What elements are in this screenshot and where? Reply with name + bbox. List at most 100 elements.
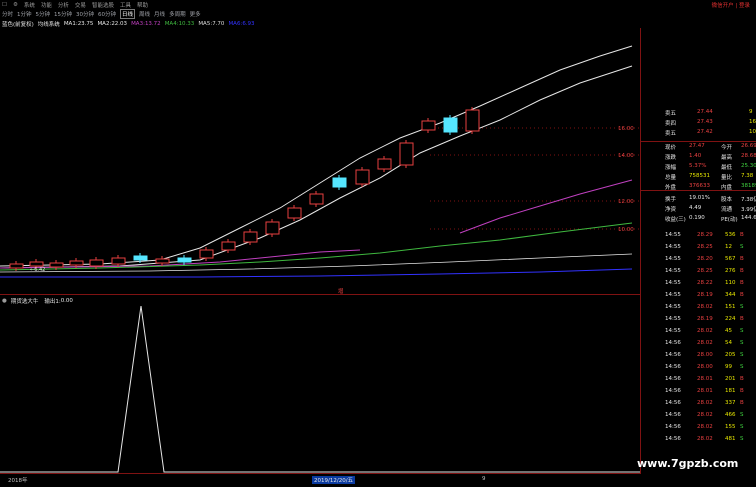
menu-item[interactable]: 帮助 bbox=[137, 1, 148, 9]
quote-row: 涨幅 5.37% 最低 25.30 bbox=[641, 163, 756, 172]
quote-label: 最低 bbox=[721, 165, 733, 171]
date-axis-cursor-date: 2019/12/20/五 bbox=[312, 476, 356, 484]
candle-body bbox=[443, 117, 458, 133]
ma-line-white-upper bbox=[0, 45, 633, 267]
tab-period[interactable]: 多周期 bbox=[169, 10, 186, 18]
tick-direction: B bbox=[740, 400, 744, 406]
tick-row[interactable]: 14:55 28.22 110 B bbox=[641, 280, 756, 291]
tick-row[interactable]: 14:55 28.02 45 S bbox=[641, 328, 756, 339]
candlestick-chart[interactable]: 16.0014.0012.0010.00←6.42增 bbox=[0, 28, 640, 296]
quote-label: 收益(三) bbox=[665, 217, 686, 223]
candle-body bbox=[399, 142, 414, 166]
tab-period[interactable]: 15分钟 bbox=[54, 10, 72, 18]
tick-row[interactable]: 14:56 28.02 155 S bbox=[641, 424, 756, 435]
menu-item[interactable]: 交易 bbox=[75, 1, 86, 9]
tick-row[interactable]: 14:55 28.20 567 B bbox=[641, 256, 756, 267]
menu-item[interactable]: 分析 bbox=[58, 1, 69, 9]
ma-number: 23.75 bbox=[77, 20, 94, 27]
indicator-name[interactable]: 期货选大牛 bbox=[11, 297, 39, 305]
candle-body bbox=[199, 249, 214, 259]
tick-price: 28.20 bbox=[697, 256, 713, 262]
quote-row: 总量 758531 量比 7.38 bbox=[641, 173, 756, 182]
candle-body bbox=[133, 255, 148, 261]
menu-item[interactable]: ⚙ bbox=[13, 2, 18, 8]
ma-label: MA5: bbox=[198, 20, 213, 27]
tick-volume: 567 bbox=[725, 256, 736, 262]
tick-row[interactable]: 14:55 28.19 344 B bbox=[641, 292, 756, 303]
indicator-output-label: 输出1: bbox=[44, 299, 61, 305]
tick-time: 14:56 bbox=[665, 388, 681, 394]
tick-time: 14:56 bbox=[665, 412, 681, 418]
menu-item[interactable]: 工具 bbox=[120, 1, 131, 9]
indicator-chart[interactable] bbox=[0, 306, 640, 474]
tick-price: 28.02 bbox=[697, 424, 713, 430]
tick-row[interactable]: 14:56 28.02 466 S bbox=[641, 412, 756, 423]
tick-row[interactable]: 14:55 28.19 224 B bbox=[641, 316, 756, 327]
ma-number: 7.70 bbox=[212, 20, 225, 27]
tick-price: 28.01 bbox=[697, 376, 713, 382]
tab-period[interactable]: 60分钟 bbox=[98, 10, 116, 18]
candle-body bbox=[177, 257, 192, 263]
tick-price: 28.02 bbox=[697, 304, 713, 310]
ma-value: MA5:7.70 bbox=[198, 21, 224, 27]
indicator-icon: ● bbox=[2, 298, 7, 304]
quote-value: 144.6 bbox=[741, 215, 756, 221]
tick-row[interactable]: 14:56 28.00 205 S bbox=[641, 352, 756, 363]
tick-time: 14:55 bbox=[665, 292, 681, 298]
menu-item[interactable]: 系统 bbox=[24, 1, 35, 9]
ma-line-magenta-right bbox=[459, 179, 633, 234]
ma-value: MA3:13.72 bbox=[131, 21, 161, 27]
tick-row[interactable]: 14:56 28.02 481 S bbox=[641, 436, 756, 447]
menu-item[interactable]: 智能选股 bbox=[92, 1, 114, 9]
tab-period[interactable]: 周线 bbox=[139, 10, 150, 18]
tick-volume: 344 bbox=[725, 292, 736, 298]
tick-row[interactable]: 14:56 28.01 201 B bbox=[641, 376, 756, 387]
tab-period[interactable]: 分时 bbox=[2, 10, 13, 18]
tab-period[interactable]: 更多 bbox=[190, 10, 201, 18]
tick-row[interactable]: 14:55 28.29 536 B bbox=[641, 232, 756, 243]
tick-row[interactable]: 14:55 28.25 276 B bbox=[641, 268, 756, 279]
quote-value: 7.38亿 bbox=[741, 197, 756, 203]
account-link[interactable]: 微信开户 | 登录 bbox=[712, 1, 756, 9]
tab-period[interactable]: 1分钟 bbox=[17, 10, 32, 18]
tick-price: 28.01 bbox=[697, 388, 713, 394]
tick-direction: B bbox=[740, 280, 744, 286]
tick-volume: 481 bbox=[725, 436, 736, 442]
tick-price: 28.19 bbox=[697, 292, 713, 298]
price-axis-label: 10.00 bbox=[618, 227, 634, 233]
ma-label: MA3: bbox=[131, 20, 145, 27]
tab-period[interactable]: 5分钟 bbox=[36, 10, 51, 18]
tick-direction: S bbox=[740, 244, 744, 250]
tick-row[interactable]: 14:55 28.02 151 S bbox=[641, 304, 756, 315]
tick-row[interactable]: 14:56 28.02 54 S bbox=[641, 340, 756, 351]
tick-row[interactable]: 14:55 28.25 12 S bbox=[641, 244, 756, 255]
quote-value: 26.69 bbox=[741, 143, 756, 149]
formula-name[interactable]: 均线系统 bbox=[38, 20, 60, 28]
menu-item[interactable]: ☐ bbox=[2, 2, 7, 8]
tick-time: 14:55 bbox=[665, 244, 681, 250]
ma-values: MA1:23.75 MA2:22.03 MA3:13.72 MA4:10.33 MA5:… bbox=[64, 21, 255, 27]
tick-price: 28.02 bbox=[697, 400, 713, 406]
tab-period[interactable]: 日线 bbox=[120, 9, 136, 19]
tick-row[interactable]: 14:56 28.01 181 B bbox=[641, 388, 756, 399]
quote-value: 9 bbox=[749, 109, 753, 115]
quote-label: 换手 bbox=[665, 197, 677, 203]
tick-price: 28.22 bbox=[697, 280, 713, 286]
tick-direction: B bbox=[740, 376, 744, 382]
tick-time: 14:55 bbox=[665, 268, 681, 274]
tick-list[interactable]: 14:55 28.29 536 B 14:55 28.25 12 S 14:55 28.20 567… bbox=[641, 232, 756, 472]
ma-label: MA4: bbox=[164, 20, 179, 27]
tab-period[interactable]: 月线 bbox=[154, 10, 165, 18]
tick-time: 14:56 bbox=[665, 352, 681, 358]
ma-value: MA1:23.75 bbox=[64, 21, 94, 27]
tick-row[interactable]: 14:56 28.00 99 S bbox=[641, 364, 756, 375]
tick-price: 28.25 bbox=[697, 268, 713, 274]
quote-row: 涨跌 1.40 最高 28.68 bbox=[641, 153, 756, 162]
menu-item[interactable]: 功能 bbox=[41, 1, 52, 9]
tick-row[interactable]: 14:56 28.02 337 B bbox=[641, 400, 756, 411]
quote-label: 卖五 bbox=[665, 131, 677, 137]
quote-panel: 卖五 27.44 9 卖四 27.43 16 卖五 27.42 10 现价 27.47 今开 26.69… bbox=[641, 109, 756, 229]
ma-label: MA6: bbox=[228, 20, 243, 27]
tab-period[interactable]: 30分钟 bbox=[76, 10, 94, 18]
quote-value: 25.30 bbox=[741, 163, 756, 169]
